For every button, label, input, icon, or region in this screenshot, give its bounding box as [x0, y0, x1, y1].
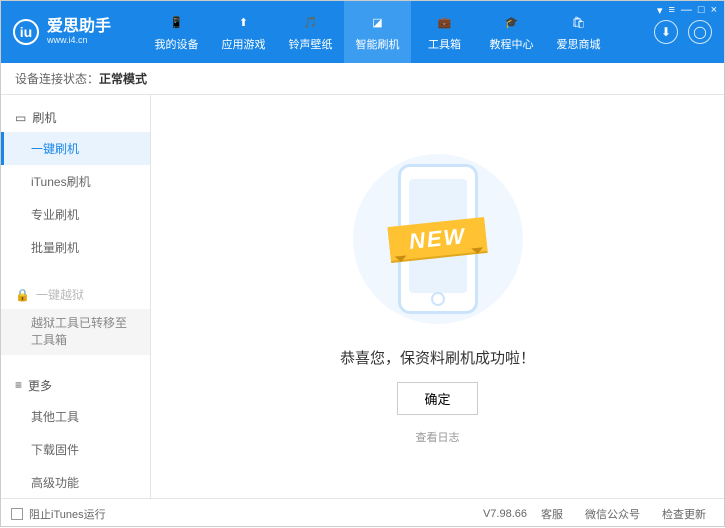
sidebar-head-flash[interactable]: ▭ 刷机 — [1, 103, 150, 132]
nav-toolbox[interactable]: 💼工具箱 — [411, 1, 478, 63]
sidebar-item-onekey-flash[interactable]: 一键刷机 — [1, 132, 150, 165]
window-controls: ▾ ≡ — □ × — [657, 4, 717, 17]
sidebar-item-advanced[interactable]: 高级功能 — [1, 466, 150, 498]
checkbox-block-itunes[interactable] — [11, 508, 23, 520]
nav-smart-flash[interactable]: ◪智能刷机 — [344, 1, 411, 63]
sidebar-item-download-firmware[interactable]: 下载固件 — [1, 433, 150, 466]
view-log-link[interactable]: 查看日志 — [416, 429, 460, 445]
status-bar: 设备连接状态： 正常模式 — [1, 63, 724, 95]
lock-icon: 🔒 — [15, 288, 30, 302]
apps-icon: ⬆ — [234, 12, 254, 32]
user-button[interactable]: ◯ — [688, 20, 712, 44]
sidebar-item-itunes-flash[interactable]: iTunes刷机 — [1, 165, 150, 198]
app-url: www.i4.cn — [47, 36, 111, 46]
minimize-icon[interactable]: — — [681, 4, 692, 17]
status-prefix: 设备连接状态： — [15, 70, 99, 87]
logo-icon: iu — [13, 19, 39, 45]
nav-apps-games[interactable]: ⬆应用游戏 — [210, 1, 277, 63]
version-label: V7.98.66 — [483, 508, 527, 520]
device-icon: 📱 — [167, 12, 187, 32]
logo: iu 爱思助手 www.i4.cn — [13, 18, 143, 45]
toolbox-icon: 💼 — [435, 12, 455, 32]
nav-store[interactable]: 🛍爱思商城 — [545, 1, 612, 63]
music-icon: 🎵 — [301, 12, 321, 32]
store-icon: 🛍 — [569, 12, 589, 32]
nav-ringtone-wallpaper[interactable]: 🎵铃声壁纸 — [277, 1, 344, 63]
download-button[interactable]: ⬇ — [654, 20, 678, 44]
sidebar-item-pro-flash[interactable]: 专业刷机 — [1, 198, 150, 231]
flash-icon: ◪ — [368, 12, 388, 32]
footer-link-wechat[interactable]: 微信公众号 — [585, 506, 640, 522]
maximize-icon[interactable]: □ — [698, 4, 705, 17]
header: iu 爱思助手 www.i4.cn 📱我的设备 ⬆应用游戏 🎵铃声壁纸 ◪智能刷… — [1, 1, 724, 63]
footer-link-update[interactable]: 检查更新 — [662, 506, 706, 522]
nav-my-device[interactable]: 📱我的设备 — [143, 1, 210, 63]
ok-button[interactable]: 确定 — [397, 382, 477, 415]
footer-link-support[interactable]: 客服 — [541, 506, 563, 522]
main-nav: 📱我的设备 ⬆应用游戏 🎵铃声壁纸 ◪智能刷机 💼工具箱 🎓教程中心 🛍爱思商城 — [143, 1, 654, 63]
sidebar-head-more[interactable]: ≡ 更多 — [1, 371, 150, 400]
sidebar-jailbreak-note: 越狱工具已转移至工具箱 — [1, 309, 150, 355]
success-illustration: NEW — [323, 149, 553, 329]
sidebar-item-batch-flash[interactable]: 批量刷机 — [1, 231, 150, 264]
close-icon[interactable]: × — [711, 4, 717, 17]
menu-icon[interactable]: ≡ — [668, 4, 674, 17]
main-content: NEW 恭喜您，保资料刷机成功啦！ 确定 查看日志 — [151, 95, 724, 498]
header-actions: ⬇ ◯ — [654, 20, 712, 44]
label-block-itunes: 阻止iTunes运行 — [29, 506, 106, 522]
app-title: 爱思助手 — [47, 18, 111, 36]
tutorial-icon: 🎓 — [502, 12, 522, 32]
sidebar-head-jailbreak: 🔒 一键越狱 — [1, 280, 150, 309]
nav-tutorials[interactable]: 🎓教程中心 — [478, 1, 545, 63]
dropdown-icon[interactable]: ▾ — [657, 4, 663, 17]
status-value: 正常模式 — [99, 70, 147, 87]
sidebar-item-other-tools[interactable]: 其他工具 — [1, 400, 150, 433]
success-message: 恭喜您，保资料刷机成功啦！ — [340, 347, 535, 368]
sidebar: ▭ 刷机 一键刷机 iTunes刷机 专业刷机 批量刷机 🔒 一键越狱 越狱工具… — [1, 95, 151, 498]
footer: 阻止iTunes运行 V7.98.66 客服 微信公众号 检查更新 — [1, 498, 724, 528]
